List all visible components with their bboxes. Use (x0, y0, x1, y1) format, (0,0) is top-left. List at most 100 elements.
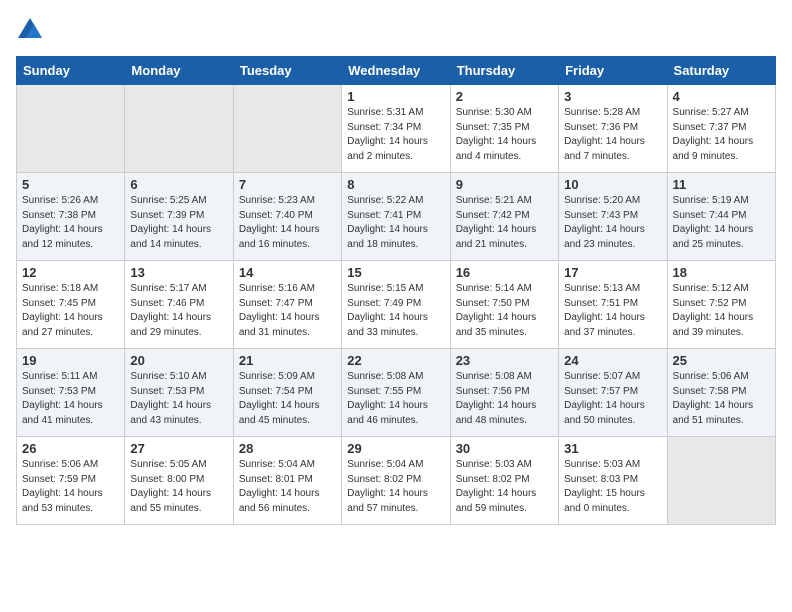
cell-content: Sunrise: 5:22 AMSunset: 7:41 PMDaylight:… (347, 194, 444, 252)
day-header-thursday: Thursday (450, 57, 558, 85)
day-number: 27 (130, 441, 227, 456)
day-number: 1 (347, 89, 444, 104)
day-number: 11 (673, 177, 770, 192)
calendar-cell: 20 Sunrise: 5:10 AMSunset: 7:53 PMDayligh… (125, 349, 233, 437)
cell-content: Sunrise: 5:23 AMSunset: 7:40 PMDaylight:… (239, 194, 336, 252)
calendar-cell: 31 Sunrise: 5:03 AMSunset: 8:03 PMDayligh… (559, 437, 667, 525)
calendar-cell: 29 Sunrise: 5:04 AMSunset: 8:02 PMDayligh… (342, 437, 450, 525)
calendar-cell: 17Sunrise: 5:13 AMSunset: 7:51 PMDayligh… (559, 261, 667, 349)
day-number: 4 (673, 89, 770, 104)
cell-content: Sunrise: 5:16 AMSunset: 7:47 PMDaylight:… (239, 282, 336, 340)
calendar-cell: 9Sunrise: 5:21 AMSunset: 7:42 PMDaylight… (450, 173, 558, 261)
calendar-cell: 16 Sunrise: 5:14 AMSunset: 7:50 PMDayligh… (450, 261, 558, 349)
cell-content: Sunrise: 5:10 AMSunset: 7:53 PMDaylight:… (130, 370, 227, 428)
day-header-monday: Monday (125, 57, 233, 85)
day-number: 18 (673, 265, 770, 280)
cell-content: Sunrise: 5:09 AMSunset: 7:54 PMDaylight:… (239, 370, 336, 428)
calendar-table: SundayMondayTuesdayWednesdayThursdayFrid… (16, 56, 776, 525)
cell-content: Sunrise: 5:20 AMSunset: 7:43 PMDaylight:… (564, 194, 661, 252)
day-number: 2 (456, 89, 553, 104)
calendar-week-3: 12Sunrise: 5:18 AMSunset: 7:45 PMDayligh… (17, 261, 776, 349)
day-header-tuesday: Tuesday (233, 57, 341, 85)
calendar-cell: 24 Sunrise: 5:07 AMSunset: 7:57 PMDayligh… (559, 349, 667, 437)
cell-content: Sunrise: 5:08 AMSunset: 7:56 PMDaylight:… (456, 370, 553, 428)
cell-content: Sunrise: 5:31 AMSunset: 7:34 PMDaylight:… (347, 106, 444, 164)
day-number: 13 (130, 265, 227, 280)
calendar-cell: 25 Sunrise: 5:06 AMSunset: 7:58 PMDayligh… (667, 349, 775, 437)
calendar-week-4: 19Sunrise: 5:11 AMSunset: 7:53 PMDayligh… (17, 349, 776, 437)
calendar-cell: 23 Sunrise: 5:08 AMSunset: 7:56 PMDayligh… (450, 349, 558, 437)
day-header-saturday: Saturday (667, 57, 775, 85)
cell-content: Sunrise: 5:25 AMSunset: 7:39 PMDaylight:… (130, 194, 227, 252)
calendar-cell: 10 Sunrise: 5:20 AMSunset: 7:43 PMDayligh… (559, 173, 667, 261)
cell-content: Sunrise: 5:08 AMSunset: 7:55 PMDaylight:… (347, 370, 444, 428)
day-number: 7 (239, 177, 336, 192)
calendar-cell: 5 Sunrise: 5:26 AMSunset: 7:38 PMDaylight… (17, 173, 125, 261)
day-number: 17 (564, 265, 661, 280)
calendar-cell: 22 Sunrise: 5:08 AMSunset: 7:55 PMDayligh… (342, 349, 450, 437)
calendar-week-1: 1 Sunrise: 5:31 AMSunset: 7:34 PMDaylight… (17, 85, 776, 173)
day-number: 15 (347, 265, 444, 280)
calendar-cell: 30 Sunrise: 5:03 AMSunset: 8:02 PMDayligh… (450, 437, 558, 525)
day-number: 3 (564, 89, 661, 104)
cell-content: Sunrise: 5:03 AMSunset: 8:03 PMDaylight:… (564, 458, 661, 516)
day-number: 28 (239, 441, 336, 456)
day-header-sunday: Sunday (17, 57, 125, 85)
cell-content: Sunrise: 5:03 AMSunset: 8:02 PMDaylight:… (456, 458, 553, 516)
day-number: 6 (130, 177, 227, 192)
cell-content: Sunrise: 5:19 AMSunset: 7:44 PMDaylight:… (673, 194, 770, 252)
calendar-week-5: 26Sunrise: 5:06 AMSunset: 7:59 PMDayligh… (17, 437, 776, 525)
day-header-friday: Friday (559, 57, 667, 85)
day-number: 9 (456, 177, 553, 192)
calendar-cell: 3 Sunrise: 5:28 AMSunset: 7:36 PMDaylight… (559, 85, 667, 173)
day-number: 19 (22, 353, 119, 368)
day-number: 16 (456, 265, 553, 280)
calendar-cell: 11 Sunrise: 5:19 AMSunset: 7:44 PMDayligh… (667, 173, 775, 261)
calendar-cell: 7 Sunrise: 5:23 AMSunset: 7:40 PMDaylight… (233, 173, 341, 261)
cell-content: Sunrise: 5:27 AMSunset: 7:37 PMDaylight:… (673, 106, 770, 164)
calendar-cell: 19Sunrise: 5:11 AMSunset: 7:53 PMDayligh… (17, 349, 125, 437)
day-number: 25 (673, 353, 770, 368)
cell-content: Sunrise: 5:12 AMSunset: 7:52 PMDaylight:… (673, 282, 770, 340)
calendar-cell: 14Sunrise: 5:16 AMSunset: 7:47 PMDayligh… (233, 261, 341, 349)
cell-content: Sunrise: 5:04 AMSunset: 8:01 PMDaylight:… (239, 458, 336, 516)
day-number: 23 (456, 353, 553, 368)
day-number: 10 (564, 177, 661, 192)
calendar-cell: 6 Sunrise: 5:25 AMSunset: 7:39 PMDaylight… (125, 173, 233, 261)
calendar-cell: 27 Sunrise: 5:05 AMSunset: 8:00 PMDayligh… (125, 437, 233, 525)
cell-content: Sunrise: 5:05 AMSunset: 8:00 PMDaylight:… (130, 458, 227, 516)
day-number: 12 (22, 265, 119, 280)
day-number: 29 (347, 441, 444, 456)
cell-content: Sunrise: 5:17 AMSunset: 7:46 PMDaylight:… (130, 282, 227, 340)
cell-content: Sunrise: 5:15 AMSunset: 7:49 PMDaylight:… (347, 282, 444, 340)
calendar-cell: 13 Sunrise: 5:17 AMSunset: 7:46 PMDayligh… (125, 261, 233, 349)
cell-content: Sunrise: 5:30 AMSunset: 7:35 PMDaylight:… (456, 106, 553, 164)
calendar-cell: 2 Sunrise: 5:30 AMSunset: 7:35 PMDaylight… (450, 85, 558, 173)
calendar-body: 1 Sunrise: 5:31 AMSunset: 7:34 PMDaylight… (17, 85, 776, 525)
calendar-cell: 1 Sunrise: 5:31 AMSunset: 7:34 PMDaylight… (342, 85, 450, 173)
calendar-cell: 26Sunrise: 5:06 AMSunset: 7:59 PMDayligh… (17, 437, 125, 525)
day-number: 20 (130, 353, 227, 368)
calendar-cell: 18 Sunrise: 5:12 AMSunset: 7:52 PMDayligh… (667, 261, 775, 349)
day-number: 26 (22, 441, 119, 456)
calendar-cell (233, 85, 341, 173)
day-number: 30 (456, 441, 553, 456)
day-number: 21 (239, 353, 336, 368)
day-number: 31 (564, 441, 661, 456)
day-number: 22 (347, 353, 444, 368)
cell-content: Sunrise: 5:28 AMSunset: 7:36 PMDaylight:… (564, 106, 661, 164)
calendar-cell: 28 Sunrise: 5:04 AMSunset: 8:01 PMDayligh… (233, 437, 341, 525)
header-row: SundayMondayTuesdayWednesdayThursdayFrid… (17, 57, 776, 85)
cell-content: Sunrise: 5:06 AMSunset: 7:58 PMDaylight:… (673, 370, 770, 428)
cell-content: Sunrise: 5:14 AMSunset: 7:50 PMDaylight:… (456, 282, 553, 340)
page-header (16, 16, 776, 44)
logo-icon (16, 16, 44, 44)
day-number: 5 (22, 177, 119, 192)
calendar-cell (17, 85, 125, 173)
day-header-wednesday: Wednesday (342, 57, 450, 85)
cell-content: Sunrise: 5:04 AMSunset: 8:02 PMDaylight:… (347, 458, 444, 516)
day-number: 24 (564, 353, 661, 368)
cell-content: Sunrise: 5:07 AMSunset: 7:57 PMDaylight:… (564, 370, 661, 428)
day-number: 8 (347, 177, 444, 192)
cell-content: Sunrise: 5:26 AMSunset: 7:38 PMDaylight:… (22, 194, 119, 252)
